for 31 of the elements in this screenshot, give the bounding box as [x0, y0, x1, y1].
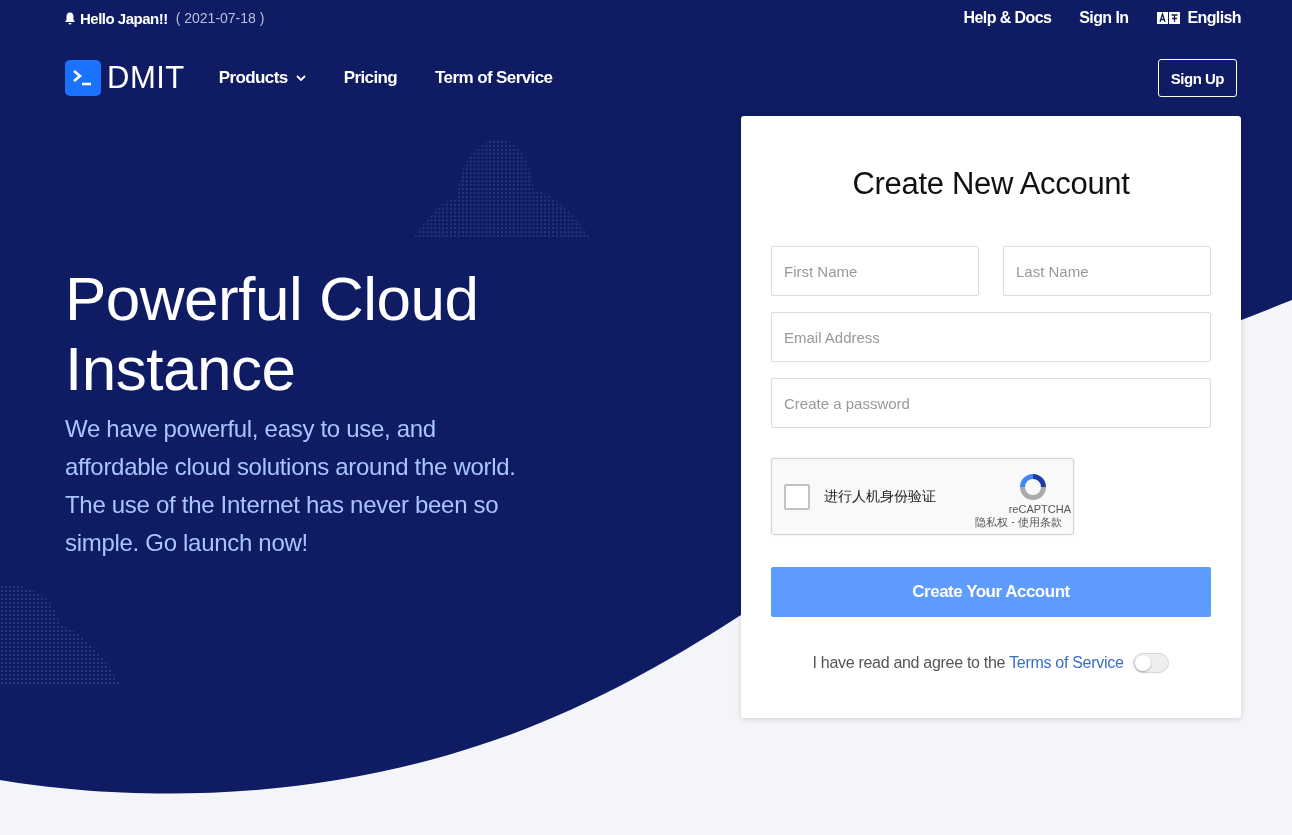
agreement-text: I have read and agree to the — [812, 654, 1006, 672]
hero-title: Powerful Cloud Instance — [65, 264, 480, 404]
terms-of-service-link[interactable]: Terms of Service — [1009, 654, 1124, 672]
translate-icon — [1156, 12, 1183, 24]
recaptcha-logo-icon — [1017, 471, 1049, 503]
language-link[interactable]: English — [1156, 9, 1241, 27]
bell-icon — [64, 11, 76, 25]
input-field[interactable]: Email Address — [771, 312, 1211, 362]
captcha-label: 进行人机身份验证 — [824, 487, 936, 506]
sign-up-button[interactable]: Sign Up — [1157, 59, 1237, 97]
captcha-checkbox[interactable] — [784, 483, 810, 510]
chevron-down-icon — [295, 75, 306, 81]
input-field[interactable]: Last Name — [1003, 246, 1211, 296]
nav-link[interactable]: Pricing — [343, 68, 398, 88]
input-field[interactable]: Create a password — [771, 378, 1211, 428]
separator-text: - — [1011, 515, 1015, 529]
terminal-logo-icon[interactable] — [65, 60, 101, 96]
terms-link[interactable]: 使用条款 — [1018, 515, 1062, 530]
top-link[interactable]: Help & Docs — [963, 9, 1052, 27]
top-link[interactable]: Sign In — [1079, 9, 1129, 27]
recaptcha-label: reCAPTCHA — [1008, 503, 1071, 515]
agreement-toggle[interactable] — [1133, 653, 1170, 673]
hero-text: We have powerful, easy to use, and affordable cloud solutions around the world. The use of the Internet has never been so simple. Go launch now! — [65, 414, 517, 558]
nav-link[interactable]: Products — [218, 68, 306, 88]
form-title: Create New Account — [851, 166, 1131, 202]
privacy-link[interactable]: 隐私权 — [975, 515, 1009, 530]
announcement-date: ( 2021-07-18 ) — [175, 10, 265, 26]
nav-link[interactable]: Term of Service — [435, 68, 553, 88]
brand-name[interactable]: DMIT — [107, 60, 185, 96]
input-field[interactable]: First Name — [771, 246, 979, 296]
announcement-text: Hello Japan!! — [80, 9, 168, 27]
